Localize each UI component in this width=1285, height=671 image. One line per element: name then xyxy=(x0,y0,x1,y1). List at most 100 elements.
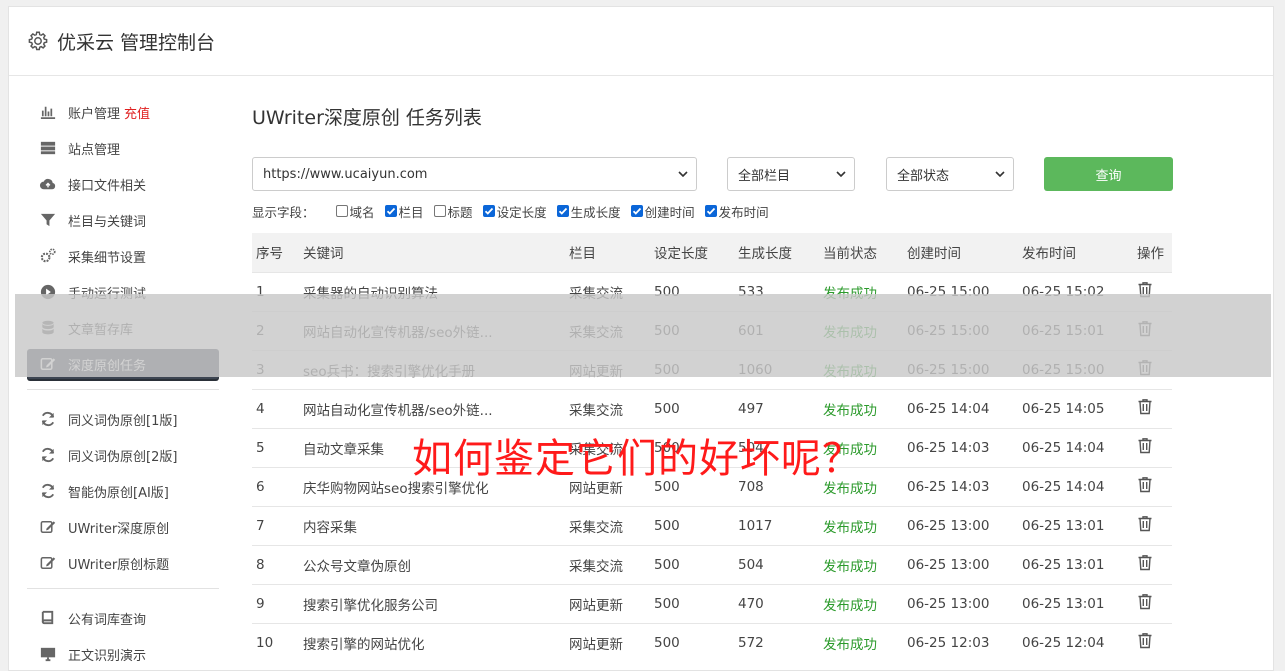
checkbox[interactable] xyxy=(433,205,446,217)
checkbox[interactable] xyxy=(704,205,717,217)
sidebar-item-2[interactable]: 站点管理 xyxy=(27,133,219,163)
table-cell: 发布成功 xyxy=(819,388,903,428)
table-row: 2 网站自动化宣传机器/seo外链... 采集交流 500 601 发布成功 06-25 1… xyxy=(252,310,1172,350)
sidebar-divider xyxy=(27,588,219,589)
sidebar-item-2[interactable]: 正文识别演示 xyxy=(27,639,219,669)
table-cell: 06-25 15:00 xyxy=(1018,349,1133,389)
table-cell: 06-25 14:05 xyxy=(1018,388,1133,428)
chevron-down-icon xyxy=(836,171,846,177)
checkbox[interactable] xyxy=(482,205,495,217)
checkbox-label: 设定长度 xyxy=(496,204,547,220)
table-cell: 06-25 13:00 xyxy=(903,505,1018,545)
table-cell: 06-25 15:02 xyxy=(1018,271,1133,311)
trash-icon[interactable] xyxy=(1137,515,1153,532)
trash-icon[interactable] xyxy=(1137,437,1153,454)
page-title: UWriter深度原创 任务列表 xyxy=(252,107,482,129)
table-row: 9 搜索引擎优化服务公司 网站更新 500 470 发布成功 06-25 13:00 06-2… xyxy=(252,583,1172,623)
filter-icon xyxy=(40,213,56,227)
checkbox-label: 创建时间 xyxy=(644,204,695,220)
sidebar-item-5[interactable]: 采集细节设置 xyxy=(27,241,219,271)
sidebar-item-label: 深度原创任务 xyxy=(68,358,147,374)
table-cell: 采集交流 xyxy=(565,388,650,428)
sidebar-item-3[interactable]: 智能伪原创[AI版] xyxy=(27,476,219,506)
table-cell: 572 xyxy=(734,622,819,662)
trash-icon[interactable] xyxy=(1137,593,1153,610)
sidebar-item-7[interactable]: 文章暂存库 xyxy=(27,313,219,343)
trash-icon[interactable] xyxy=(1137,320,1153,337)
edit-icon xyxy=(40,557,56,569)
table-cell: 06-25 15:00 xyxy=(903,310,1018,350)
sidebar-item-label: 账户管理 xyxy=(68,106,121,122)
status-select[interactable]: 全部状态 xyxy=(886,157,1014,191)
table-cell: 10 xyxy=(252,622,299,662)
field-checkbox-2[interactable]: 栏目 xyxy=(384,202,424,221)
query-button[interactable]: 查询 xyxy=(1044,157,1173,191)
column-header: 发布时间 xyxy=(1022,246,1076,263)
sidebar-item-label: 站点管理 xyxy=(68,142,121,158)
trash-icon[interactable] xyxy=(1137,359,1153,376)
site-select[interactable]: https://www.ucaiyun.com xyxy=(252,157,697,191)
sidebar-item-8[interactable]: 深度原创任务 xyxy=(27,349,219,379)
trash-icon[interactable] xyxy=(1137,476,1153,493)
table-cell: 1017 xyxy=(734,505,819,545)
top-bar: 优采云 管理控制台 xyxy=(9,7,1273,76)
field-checkbox-4[interactable]: 设定长度 xyxy=(482,202,547,221)
table-cell: 采集交流 xyxy=(565,544,650,584)
table-cell: 公众号文章伪原创 xyxy=(299,544,565,584)
table-cell: 500 xyxy=(650,388,734,428)
checkbox[interactable] xyxy=(630,205,643,217)
trash-icon[interactable] xyxy=(1137,632,1153,649)
field-checkbox-6[interactable]: 创建时间 xyxy=(630,202,695,221)
table-cell: 7 xyxy=(252,505,299,545)
table-cell: 发布成功 xyxy=(819,310,903,350)
checkbox-label: 域名 xyxy=(349,204,375,220)
table-cell: 06-25 13:01 xyxy=(1018,505,1133,545)
table-cell: 2 xyxy=(252,310,299,350)
checkbox[interactable] xyxy=(335,205,348,217)
sidebar-item-label: 采集细节设置 xyxy=(68,250,147,266)
sidebar-item-1[interactable]: 同义词伪原创[1版] xyxy=(27,404,219,434)
refresh-icon xyxy=(41,447,55,463)
column-select[interactable]: 全部栏目 xyxy=(727,157,855,191)
field-checkbox-5[interactable]: 生成长度 xyxy=(556,202,621,221)
field-checkbox-7[interactable]: 发布时间 xyxy=(704,202,769,221)
play-icon xyxy=(40,284,56,300)
edit-icon xyxy=(40,521,56,533)
sidebar-item-label: 栏目与关键词 xyxy=(68,214,147,230)
chevron-down-icon xyxy=(995,171,1005,177)
sidebar-item-4[interactable]: 栏目与关键词 xyxy=(27,205,219,235)
sidebar-item-4[interactable]: UWriter深度原创 xyxy=(27,512,219,542)
sidebar-item-1[interactable]: 公有词库查询 xyxy=(27,603,219,633)
table-cell: 497 xyxy=(734,388,819,428)
sidebar-item-3[interactable]: 接口文件相关 xyxy=(27,169,219,199)
sidebar-item-1[interactable]: 账户管理 充值 xyxy=(27,97,219,127)
field-checkbox-3[interactable]: 标题 xyxy=(433,202,473,221)
column-select-value: 全部栏目 xyxy=(738,168,791,184)
table-cell: 500 xyxy=(650,505,734,545)
trash-icon[interactable] xyxy=(1137,554,1153,571)
main-content: UWriter深度原创 任务列表 https://www.ucaiyun.com… xyxy=(252,103,1174,662)
action-cell xyxy=(1133,622,1172,662)
table-cell: 06-25 15:00 xyxy=(903,349,1018,389)
column-header: 生成长度 xyxy=(738,246,792,263)
checkbox[interactable] xyxy=(384,205,397,217)
table-row: 8 公众号文章伪原创 采集交流 500 504 发布成功 06-25 13:00 06-25 … xyxy=(252,544,1172,584)
field-checkbox-1[interactable]: 域名 xyxy=(335,202,375,221)
trash-icon[interactable] xyxy=(1137,398,1153,415)
sidebar-item-2[interactable]: 同义词伪原创[2版] xyxy=(27,440,219,470)
status-select-value: 全部状态 xyxy=(897,168,950,184)
trash-icon[interactable] xyxy=(1137,281,1153,298)
table-cell: seo兵书：搜索引擎优化手册 xyxy=(299,349,565,389)
table-cell: 06-25 13:00 xyxy=(903,583,1018,623)
sidebar-item-6[interactable]: 手动运行测试 xyxy=(27,277,219,307)
table-cell: 搜索引擎的网站优化 xyxy=(299,622,565,662)
checkbox[interactable] xyxy=(556,205,569,217)
gear-icon xyxy=(28,31,48,51)
table-cell: 发布成功 xyxy=(819,583,903,623)
table-cell: 网站更新 xyxy=(565,349,650,389)
sidebar-item-5[interactable]: UWriter原创标题 xyxy=(27,548,219,578)
database-icon xyxy=(42,320,54,335)
table-cell: 网站自动化宣传机器/seo外链... xyxy=(299,310,565,350)
table-cell: 470 xyxy=(734,583,819,623)
recharge-link[interactable]: 充值 xyxy=(124,103,150,122)
